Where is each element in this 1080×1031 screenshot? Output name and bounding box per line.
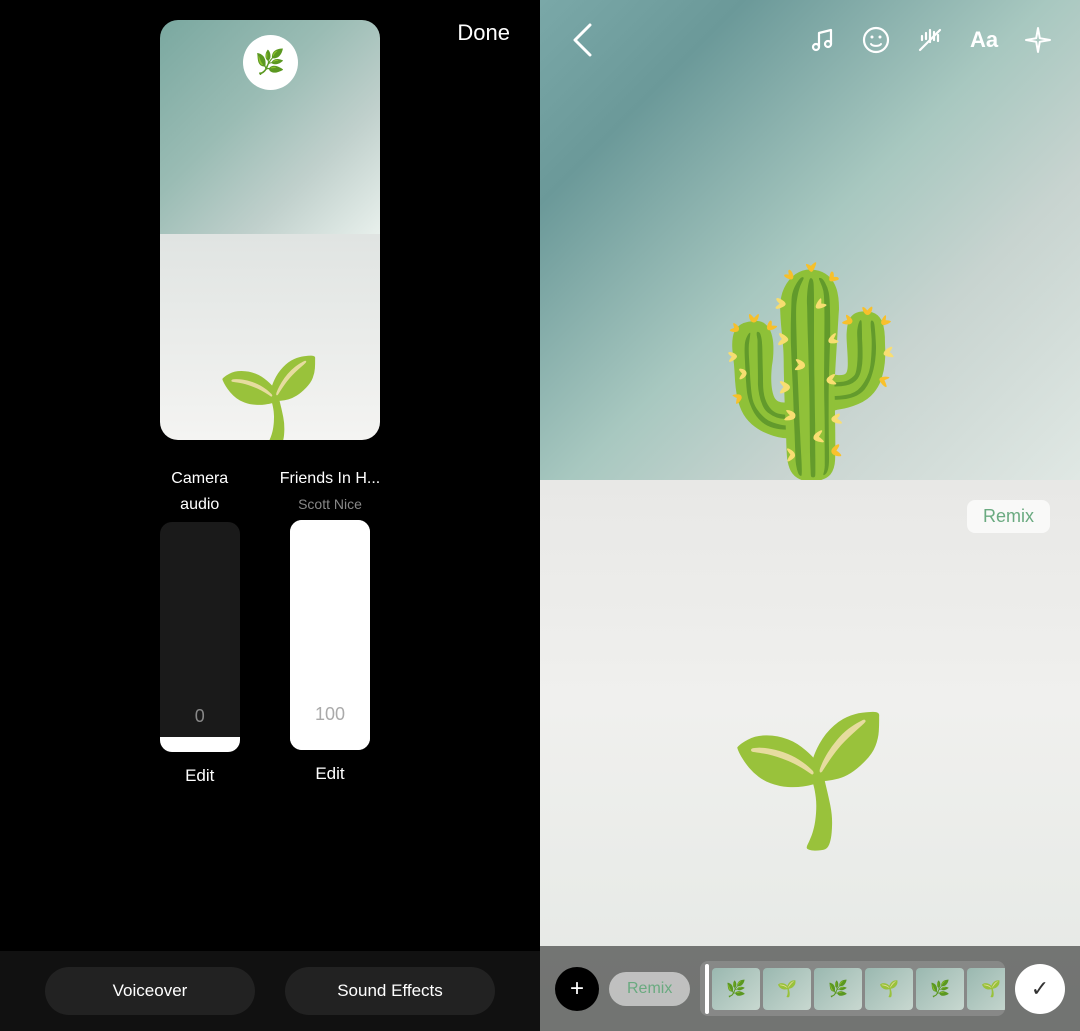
video-preview: 🌿 🌱 <box>160 20 380 440</box>
timeline-thumb-1: 🌿 <box>712 968 760 1010</box>
remix-content: 🌱 <box>540 480 1080 946</box>
video-top-frame: 🌿 <box>160 20 380 234</box>
text-icon[interactable]: Aa <box>962 18 1006 62</box>
done-button[interactable]: Done <box>457 20 510 46</box>
timeline-thumb-4: 🌱 <box>865 968 913 1010</box>
audio-controls: Camera audio 0 Edit Friends In H... Scot… <box>160 470 380 786</box>
camera-volume-value: 0 <box>195 706 205 727</box>
right-top-image: Aa 🌵 <box>540 0 1080 480</box>
timeline-thumb-5: 🌿 <box>916 968 964 1010</box>
back-icon[interactable] <box>560 18 604 62</box>
right-panel: Aa 🌵 Remix 🌱 + Remix 🌿 � <box>540 0 1080 1031</box>
camera-track-label: Camera <box>171 470 228 488</box>
video-bottom-frame: 🌱 <box>160 234 380 440</box>
timeline-thumb-6: 🌱 <box>967 968 1005 1010</box>
timeline-strip[interactable]: 🌿 🌱 🌿 🌱 🌿 🌱 <box>700 961 1005 1016</box>
camera-volume-slider[interactable]: 0 <box>160 522 240 752</box>
add-clip-button[interactable]: + <box>555 967 599 1011</box>
sparkle-icon[interactable] <box>1016 18 1060 62</box>
top-nav-bar: Aa <box>540 0 1080 80</box>
confirm-button[interactable]: ✓ <box>1015 964 1065 1014</box>
remix-pill: Remix <box>609 972 690 1006</box>
camera-edit-button[interactable]: Edit <box>185 766 214 786</box>
camera-audio-track: Camera audio 0 Edit <box>160 470 240 786</box>
nav-icons-right: Aa <box>800 18 1060 62</box>
bottom-controls-bar: + Remix 🌿 🌱 🌿 🌱 🌿 🌱 ✓ <box>540 946 1080 1031</box>
music-edit-button[interactable]: Edit <box>315 764 344 784</box>
bottom-buttons-bar: Voiceover Sound Effects <box>0 951 540 1031</box>
bottom-succulent-icon: 🌱 <box>729 703 891 856</box>
sound-effects-button[interactable]: Sound Effects <box>285 967 495 1015</box>
camera-volume-fill <box>160 737 240 752</box>
music-track: Friends In H... Scott Nice 100 Edit <box>280 470 380 784</box>
music-track-label: Friends In H... <box>280 470 380 488</box>
music-track-artist: Scott Nice <box>298 496 362 512</box>
timeline-marker-left <box>705 964 709 1014</box>
left-panel: Done 🌿 🌱 Camera audio 0 Edit Friends In … <box>0 0 540 1031</box>
voiceover-button[interactable]: Voiceover <box>45 967 255 1015</box>
music-volume-slider[interactable]: 100 <box>290 520 370 750</box>
right-bottom-section: Remix 🌱 + Remix 🌿 🌱 🌿 🌱 🌿 🌱 ✓ <box>540 480 1080 1031</box>
voice-mute-icon[interactable] <box>908 18 952 62</box>
timeline-thumb-2: 🌱 <box>763 968 811 1010</box>
music-volume-value: 100 <box>315 704 345 725</box>
sticker-face-icon[interactable] <box>854 18 898 62</box>
music-note-icon[interactable] <box>800 18 844 62</box>
top-succulent-area: 🌵 <box>540 255 1080 480</box>
hand-plant-icon: 🌱 <box>217 350 323 440</box>
top-plant-icon: 🌿 <box>243 35 298 90</box>
timeline-thumb-3: 🌿 <box>814 968 862 1010</box>
camera-track-label2: audio <box>180 496 219 514</box>
